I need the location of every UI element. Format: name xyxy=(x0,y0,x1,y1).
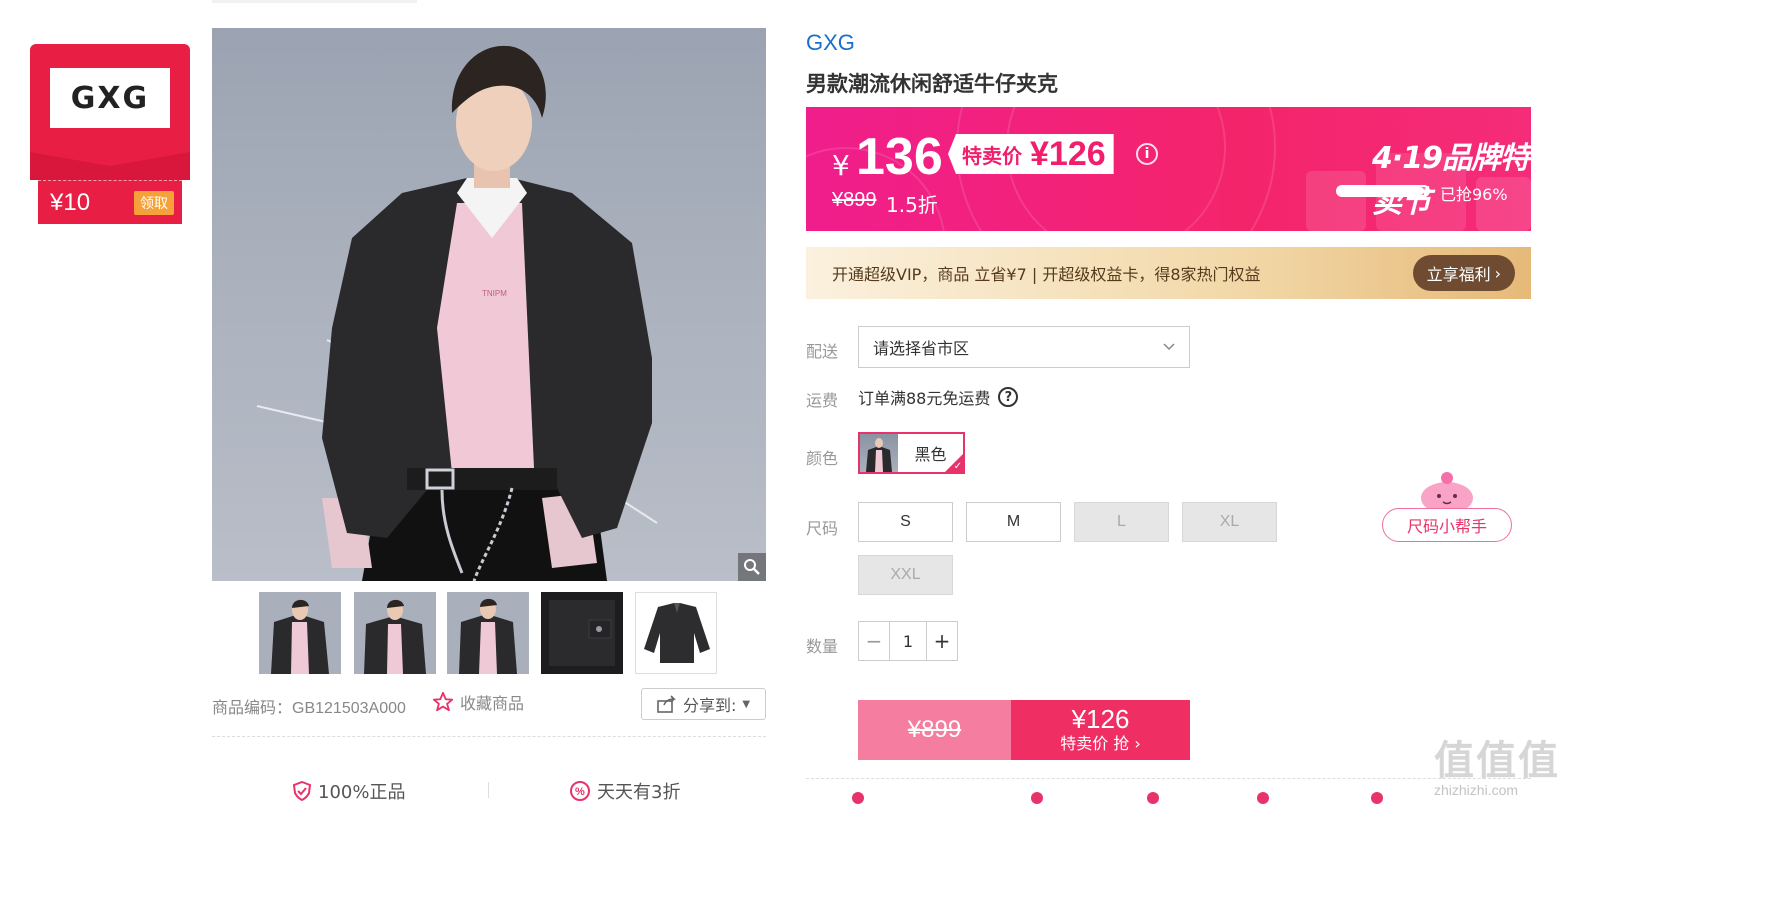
chevron-right-icon: › xyxy=(1494,263,1501,283)
watermark-title: 值值值 xyxy=(1434,738,1560,784)
product-title: 男款潮流休闲舒适牛仔夹克 xyxy=(806,72,1058,96)
size-option-xl: XL xyxy=(1182,502,1277,542)
size-option-xxl: XXL xyxy=(858,555,953,595)
zoom-button[interactable] xyxy=(738,553,766,581)
shirt-print: TNIPM xyxy=(482,289,507,298)
shipping-text: 订单满88元免运费 xyxy=(858,389,991,408)
price-currency: ¥ xyxy=(832,149,850,182)
guarantee-discount: % 天天有3折 xyxy=(569,778,680,804)
checkmark-icon: ✓ xyxy=(953,461,962,472)
coupon-amount: ¥10 xyxy=(50,188,91,216)
thumbnail-3[interactable] xyxy=(447,592,529,674)
guarantee-discount-label: 天天有3折 xyxy=(597,782,681,803)
service-dot xyxy=(852,792,864,804)
region-select[interactable]: 请选择省市区 xyxy=(858,326,1190,368)
decrease-button[interactable]: − xyxy=(859,622,889,660)
chevron-down-icon xyxy=(1163,343,1175,351)
mascot-icon xyxy=(1421,472,1473,512)
buy-label: 特卖价 抢 xyxy=(1060,734,1130,753)
size-helper[interactable]: 尺码小帮手 xyxy=(1382,468,1512,544)
quantity-input[interactable]: 1 xyxy=(889,622,927,660)
sold-percentage: 已抢96% xyxy=(1440,185,1508,204)
size-label: 尺码 xyxy=(806,519,839,538)
star-icon xyxy=(432,691,454,712)
magnifier-icon xyxy=(744,559,760,575)
special-price-tag: 特卖价 ¥126 xyxy=(948,134,1114,174)
quantity-label: 数量 xyxy=(806,637,839,656)
current-price: 136 xyxy=(856,128,943,186)
vip-promo-text: 开通超级VIP，商品 立省¥7 | 开超级权益卡，得8家热门权益 xyxy=(832,265,1261,284)
favorite-button[interactable]: 收藏商品 xyxy=(432,690,524,714)
shield-icon xyxy=(292,781,312,801)
thumbnail-5[interactable] xyxy=(635,592,717,674)
share-dropdown[interactable]: 分享到: ▼ xyxy=(641,688,766,720)
size-option-m[interactable]: M xyxy=(966,502,1061,542)
divider-left xyxy=(212,736,766,737)
product-code-value: GB121503A000 xyxy=(292,700,406,717)
product-code: 商品编码：GB121503A000 xyxy=(212,694,406,718)
percent-badge-icon: % xyxy=(570,781,590,801)
guarantee-authentic: 100%正品 xyxy=(292,778,405,804)
increase-button[interactable]: + xyxy=(927,622,957,660)
service-dot xyxy=(1371,792,1383,804)
size-helper-label: 尺码小帮手 xyxy=(1382,508,1512,542)
caret-down-icon: ▼ xyxy=(742,698,751,710)
top-divider xyxy=(212,0,417,3)
thumbnail-4[interactable] xyxy=(541,592,623,674)
buy-price: ¥126 xyxy=(1071,704,1130,734)
color-option-black[interactable]: 黑色 ✓ xyxy=(858,432,965,474)
site-watermark: 值值值 zhizhizhi.com xyxy=(1434,728,1564,798)
delivery-label: 配送 xyxy=(806,342,839,361)
coupon-footer: ¥10 领取 xyxy=(38,180,182,224)
discount-rate: 1.5折 xyxy=(886,193,938,217)
info-icon[interactable]: i xyxy=(1136,143,1158,165)
shipping-label: 运费 xyxy=(806,391,839,410)
special-price-label: 特卖价 xyxy=(962,143,1022,168)
vip-promo-bar[interactable]: 开通超级VIP，商品 立省¥7 | 开超级权益卡，得8家热门权益 立享福利 › xyxy=(806,247,1531,299)
size-option-l: L xyxy=(1074,502,1169,542)
service-dot xyxy=(1257,792,1269,804)
thumbnail-2[interactable] xyxy=(354,592,436,674)
brand-link[interactable]: GXG xyxy=(806,30,855,56)
region-select-value: 请选择省市区 xyxy=(873,339,970,358)
sold-progress-bar xyxy=(1336,185,1430,197)
size-option-s[interactable]: S xyxy=(858,502,953,542)
chevron-right-icon: › xyxy=(1134,734,1141,753)
share-icon xyxy=(657,695,676,713)
festival-title: 4·19品牌特卖节 xyxy=(1372,141,1530,220)
divider-right xyxy=(806,778,1531,779)
sold-progress-fill xyxy=(1338,187,1425,195)
guarantee-separator xyxy=(488,782,489,798)
coupon-wave xyxy=(30,152,190,180)
price-banner: ¥ 136 特卖价 ¥126 i ¥899 1.5折 4·19品牌特卖节 已抢9… xyxy=(806,107,1531,231)
help-icon[interactable]: ? xyxy=(998,387,1019,407)
favorite-label: 收藏商品 xyxy=(460,694,525,713)
brand-logo: GXG xyxy=(50,68,170,128)
main-product-image[interactable]: TNIPM xyxy=(212,28,766,581)
store-coupon[interactable]: GXG ¥10 领取 xyxy=(30,44,190,226)
vip-benefit-label: 立享福利 xyxy=(1426,265,1491,284)
guarantee-authentic-label: 100%正品 xyxy=(318,782,406,803)
special-price-value: ¥126 xyxy=(1030,134,1106,173)
claim-coupon-button[interactable]: 领取 xyxy=(134,190,174,215)
product-code-label: 商品编码： xyxy=(212,700,293,717)
svg-text:%: % xyxy=(575,786,585,798)
color-swatch-image xyxy=(860,434,898,472)
share-label: 分享到: xyxy=(682,696,737,715)
original-price-block: ¥899 xyxy=(858,700,1011,760)
vip-benefit-button[interactable]: 立享福利 › xyxy=(1412,255,1515,291)
model-illustration: TNIPM xyxy=(256,45,658,581)
original-price: ¥899 xyxy=(832,189,877,211)
service-dot xyxy=(1031,792,1043,804)
quantity-stepper: − 1 + xyxy=(858,621,958,661)
thumbnail-1[interactable] xyxy=(259,592,341,674)
buy-now-button[interactable]: ¥126 特卖价 抢 › xyxy=(1011,700,1190,760)
service-dot xyxy=(1147,792,1159,804)
color-label: 颜色 xyxy=(806,449,839,468)
thumbnail-strip xyxy=(259,592,719,674)
shipping-info: 订单满88元免运费 ? xyxy=(858,385,1019,409)
